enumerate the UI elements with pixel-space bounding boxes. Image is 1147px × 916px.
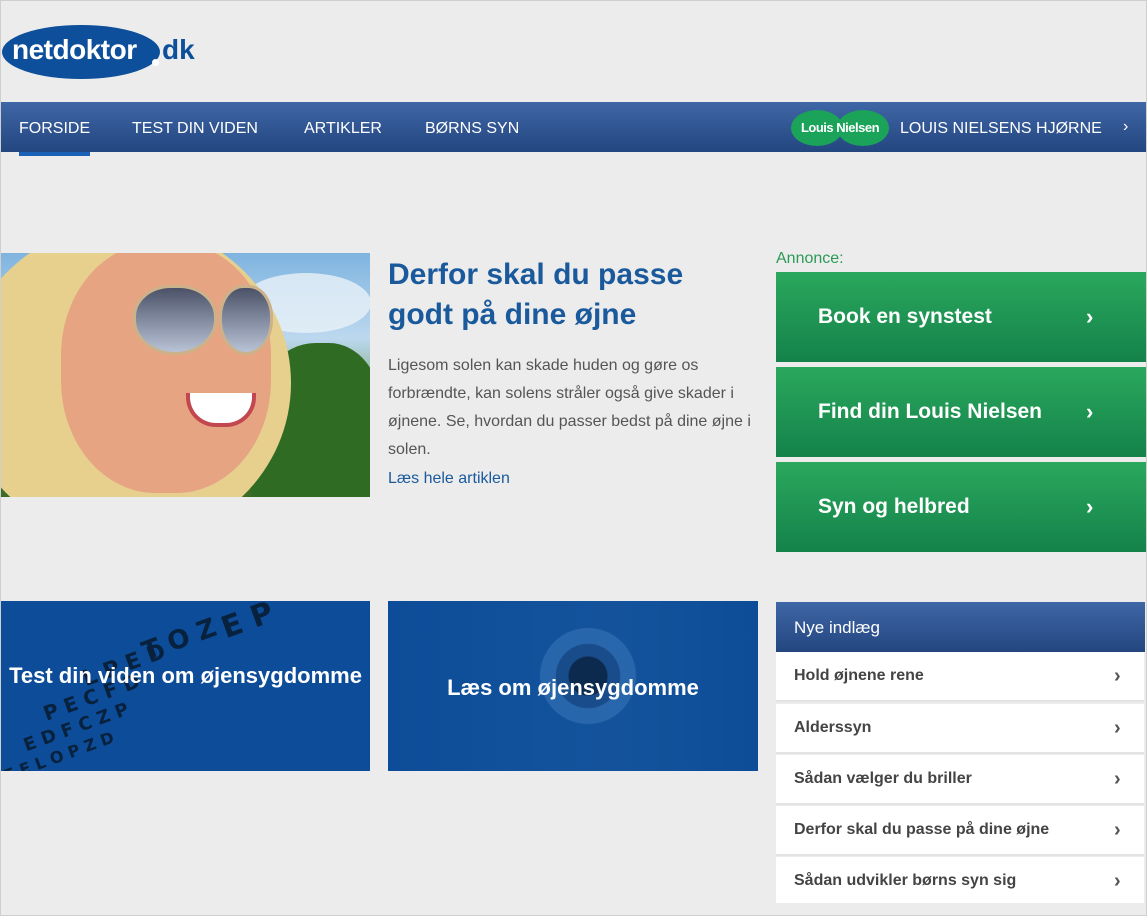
chevron-right-icon: ›	[1086, 494, 1094, 519]
chevron-right-icon: ›	[1086, 399, 1094, 424]
main-nav: FORSIDE TEST DIN VIDEN ARTIKLER BØRNS SY…	[1, 102, 1146, 156]
chevron-right-icon: ›	[1114, 717, 1121, 739]
syn-og-helbred-button[interactable]: Syn og helbred ›	[776, 462, 1146, 552]
nav-item-artikler[interactable]: ARTIKLER	[304, 102, 382, 152]
hero-image[interactable]	[1, 253, 370, 497]
read-article-link[interactable]: Læs hele artiklen	[388, 470, 510, 488]
chevron-right-icon: ›	[1114, 819, 1121, 841]
ad-button-label: Book en synstest	[818, 305, 992, 328]
new-posts-heading: Nye indlæg	[776, 602, 1145, 652]
eye-tile-label: Læs om øjensygdomme	[447, 675, 699, 700]
eye-diseases-tile[interactable]: Læs om øjensygdomme	[388, 601, 758, 771]
nav-item-boerns-syn[interactable]: BØRNS SYN	[425, 102, 519, 152]
louis-nielsen-logo-text: Louis Nielsen	[800, 120, 880, 135]
ad-button-label: Find din Louis Nielsen	[818, 400, 1043, 423]
new-posts-heading-text: Nye indlæg	[794, 618, 880, 637]
list-item-label: Hold øjnene rene	[794, 667, 924, 684]
list-item[interactable]: Sådan vælger du briller ›	[776, 755, 1144, 805]
test-knowledge-tile[interactable]: E P T O Z L P E D P E C F D E D F C Z P …	[1, 601, 370, 771]
list-item-label: Alderssyn	[794, 719, 872, 736]
sunglasses-right-lens	[219, 285, 273, 355]
nav-item-test-din-viden[interactable]: TEST DIN VIDEN	[132, 102, 258, 152]
sunglasses-left-lens	[133, 285, 217, 355]
chevron-right-icon: ›	[1114, 665, 1121, 687]
list-item-label: Derfor skal du passe på dine øjne	[794, 821, 1050, 838]
ad-button-label: Syn og helbred	[818, 495, 970, 518]
chevron-right-icon: ›	[1114, 768, 1121, 790]
chevron-right-icon: ›	[1123, 118, 1129, 135]
logo-dot	[152, 59, 159, 66]
list-item-label: Sådan udvikler børns syn sig	[794, 872, 1017, 889]
book-synstest-button[interactable]: Book en synstest ›	[776, 272, 1146, 362]
list-item[interactable]: Alderssyn ›	[776, 704, 1144, 754]
louis-nielsen-logo[interactable]: Louis Nielsen	[791, 110, 889, 146]
logo-tld-text: dk	[162, 34, 195, 65]
netdoktor-logo[interactable]: netdoktor dk	[2, 25, 212, 79]
list-item[interactable]: Sådan udvikler børns syn sig ›	[776, 857, 1144, 903]
list-item[interactable]: Hold øjnene rene ›	[776, 652, 1144, 702]
list-item[interactable]: Derfor skal du passe på dine øjne ›	[776, 806, 1144, 856]
chevron-right-icon: ›	[1086, 304, 1094, 329]
test-tile-label: Test din viden om øjensygdomme	[9, 663, 362, 688]
hero-title[interactable]: Derfor skal du passe godt på dine øjne	[388, 255, 748, 335]
nav-item-forside[interactable]: FORSIDE	[19, 102, 91, 156]
hero-text: Ligesom solen kan skade huden og gøre os…	[388, 357, 751, 458]
list-item-label: Sådan vælger du briller	[794, 770, 972, 787]
chevron-right-icon: ›	[1114, 870, 1121, 892]
find-louis-nielsen-button[interactable]: Find din Louis Nielsen ›	[776, 367, 1146, 457]
nav-item-louis-nielsens-hjoerne[interactable]: LOUIS NIELSENS HJØRNE	[900, 102, 1102, 152]
ad-label: Annonce:	[776, 250, 844, 267]
logo-main-text: netdoktor	[12, 34, 137, 65]
